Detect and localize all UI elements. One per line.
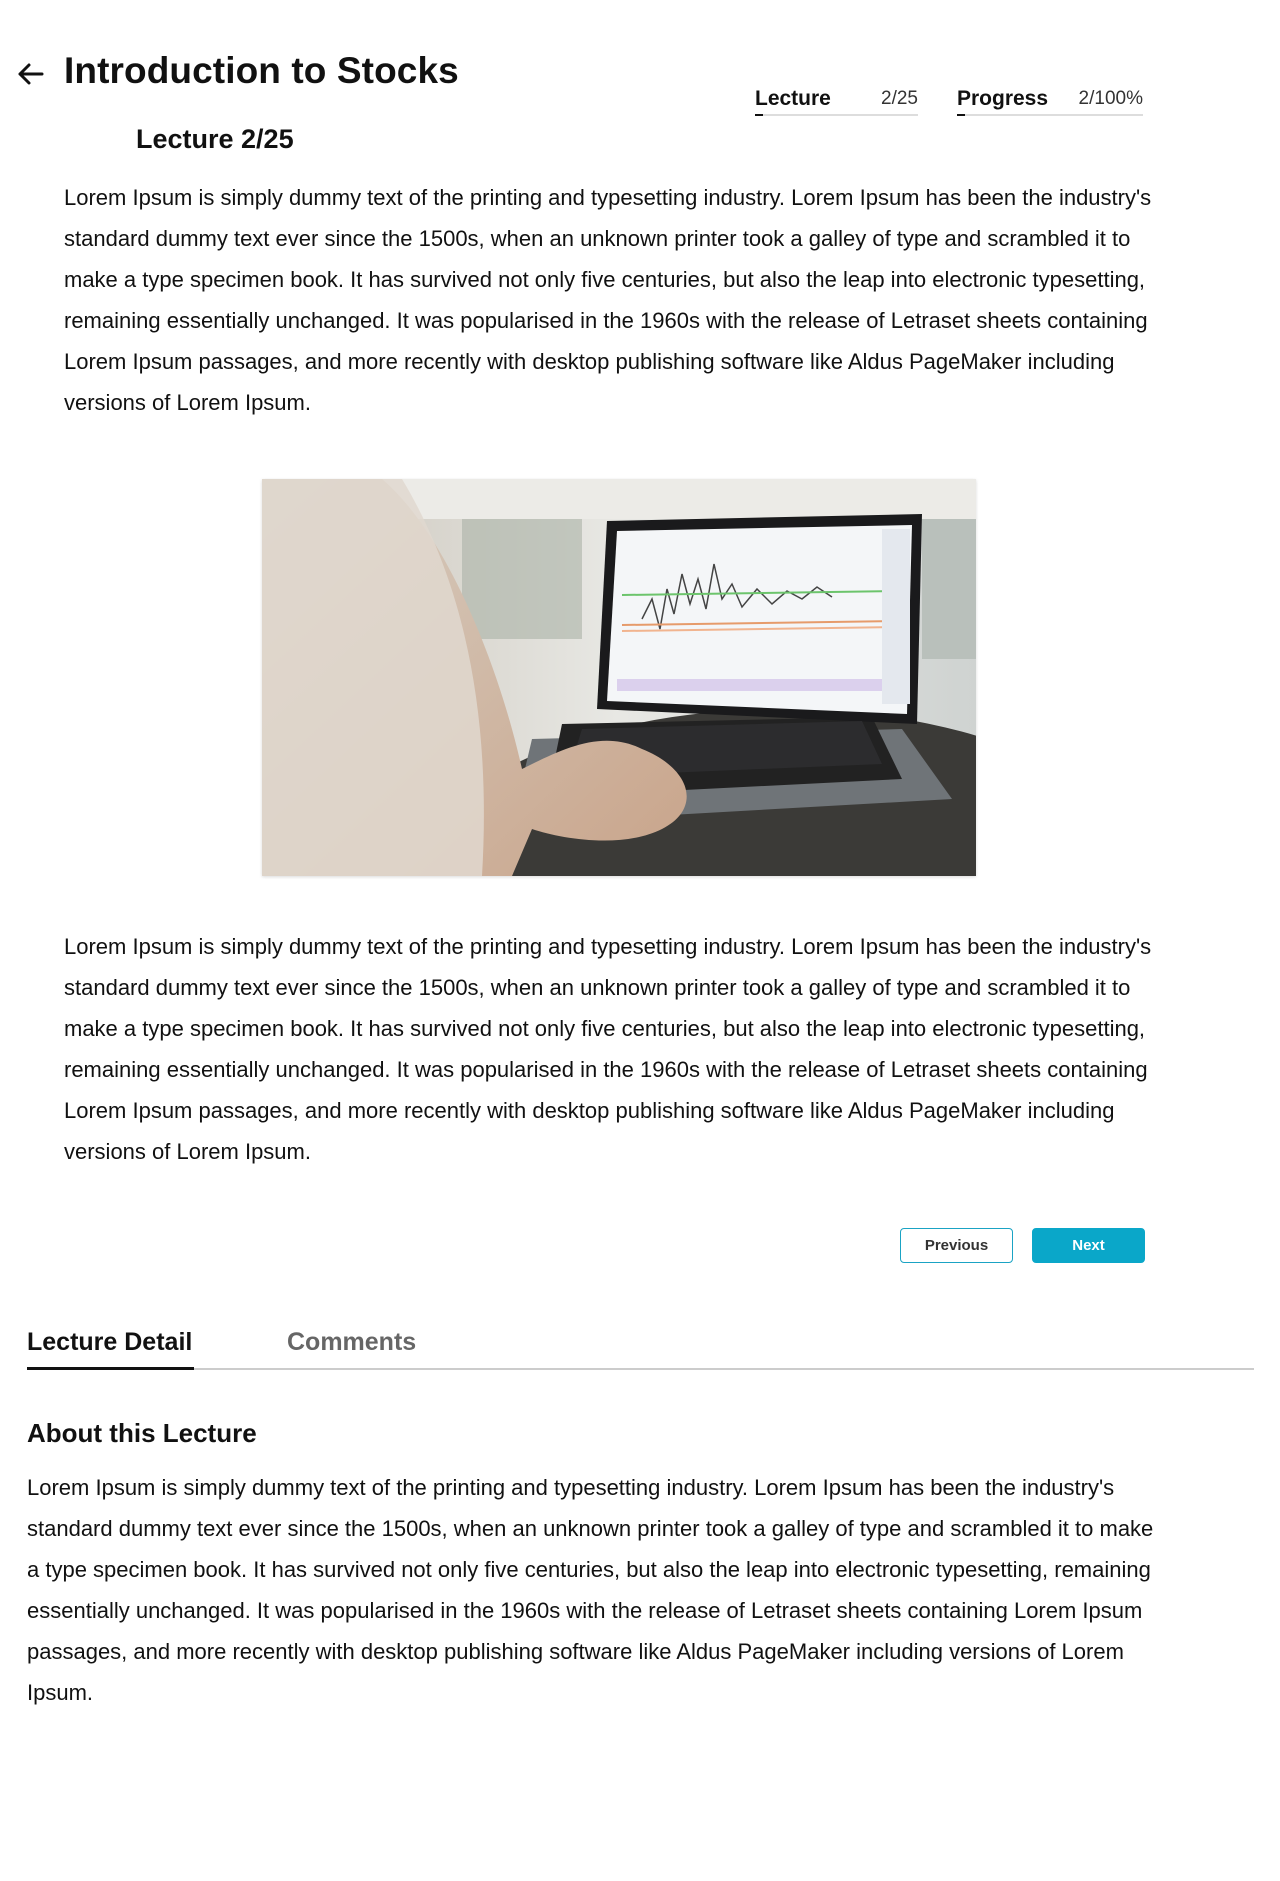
progress-counter-value: 2/100% [1078,88,1143,109]
lecture-counter-label: Lecture [755,87,831,110]
progress-counter: Progress 2/100% [957,86,1143,116]
lecture-counter-indicator [755,114,763,116]
lecture-paragraph-2: Lorem Ipsum is simply dummy text of the … [64,934,1152,1164]
lecture-tabs: Lecture Detail Comments [27,1326,1254,1370]
next-button[interactable]: Next [1032,1228,1145,1263]
previous-button[interactable]: Previous [900,1228,1013,1263]
lecture-paragraph-1: Lorem Ipsum is simply dummy text of the … [64,185,1152,415]
laptop-stock-chart-photo [262,479,976,876]
about-heading: About this Lecture [27,1418,257,1448]
lecture-image [262,479,976,876]
tab-comments[interactable]: Comments [287,1326,416,1358]
back-button[interactable] [16,62,44,86]
lecture-counter: Lecture 2/25 [755,86,918,116]
about-text: Lorem Ipsum is simply dummy text of the … [27,1475,1154,1705]
progress-counter-indicator [957,114,965,116]
lecture-heading: Lecture 2/25 [136,124,294,154]
progress-counter-label: Progress [957,87,1049,110]
arrow-left-icon [18,63,44,85]
lecture-counter-value: 2/25 [881,88,918,109]
page-title: Introduction to Stocks [64,50,459,91]
active-tab-indicator [27,1367,194,1370]
tab-lecture-detail[interactable]: Lecture Detail [27,1326,192,1358]
